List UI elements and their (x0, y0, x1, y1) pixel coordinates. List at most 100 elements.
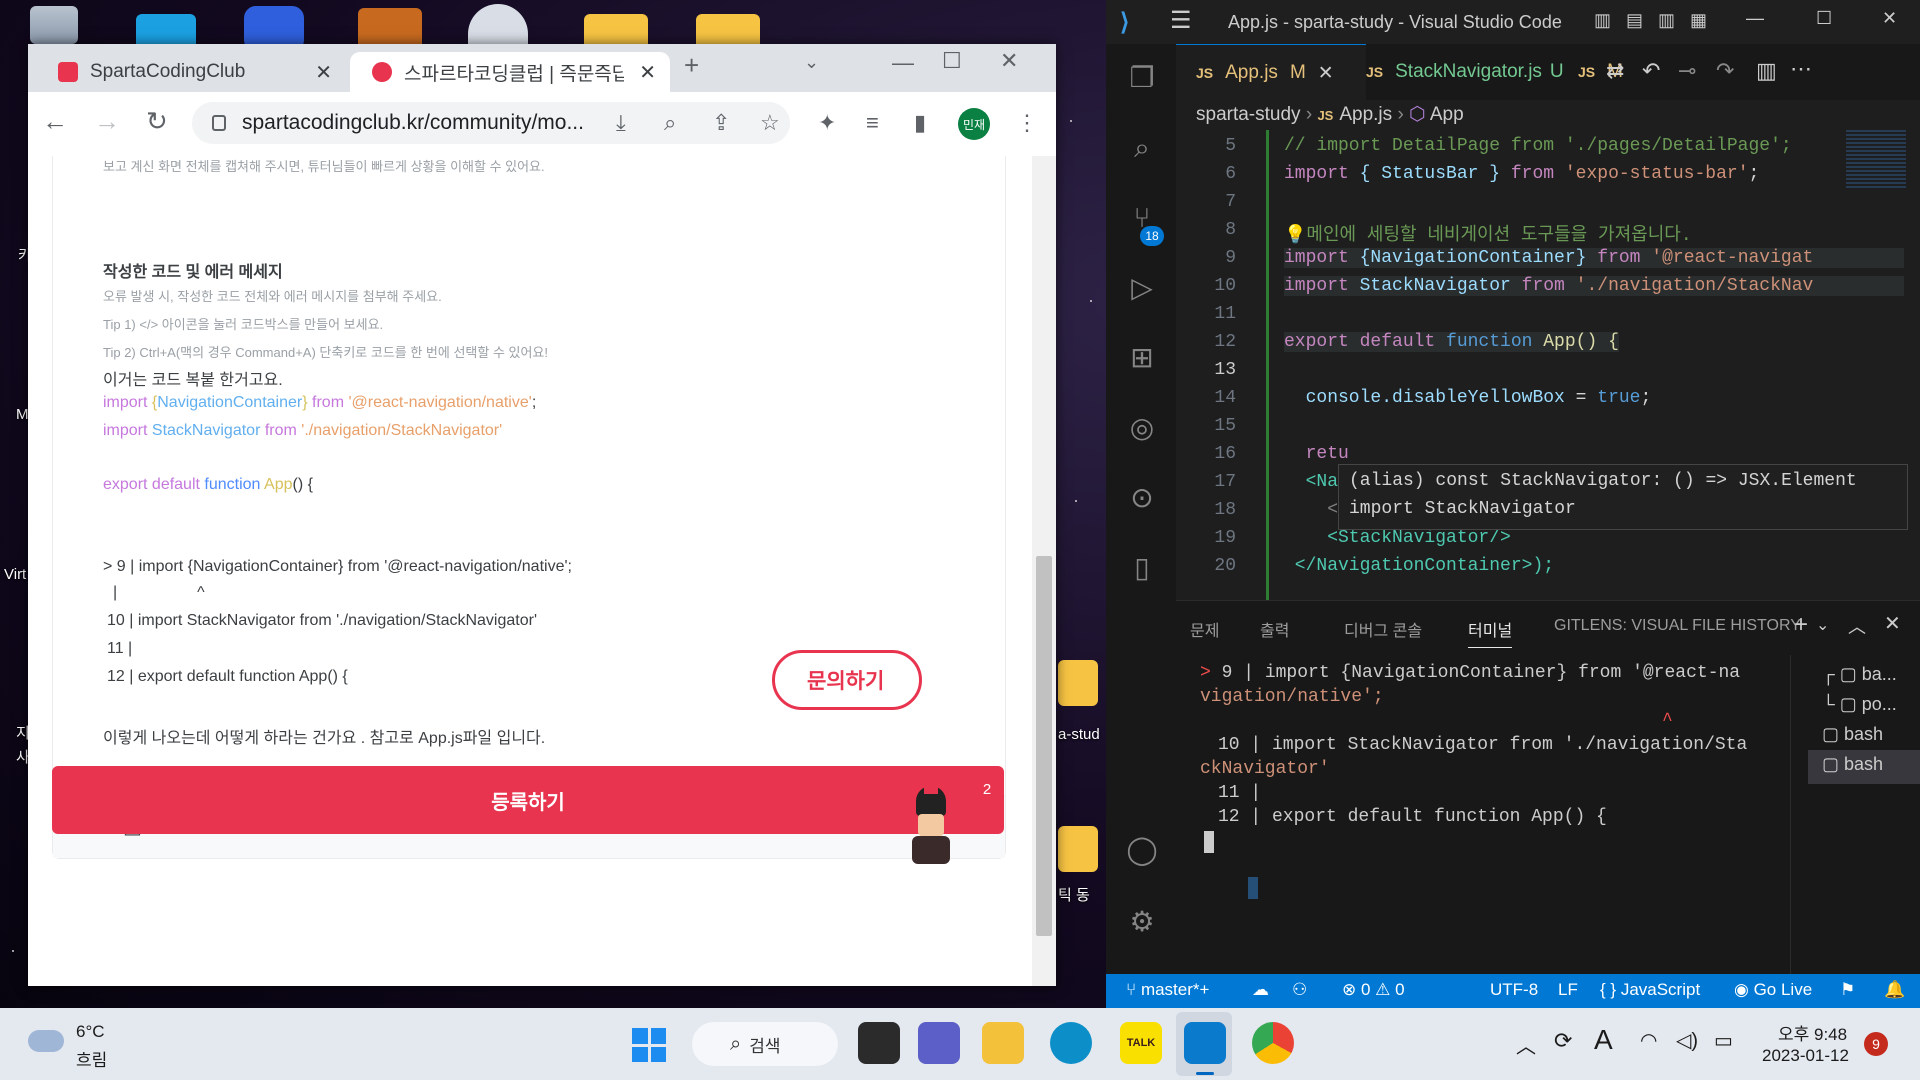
recycle-bin-icon[interactable] (30, 6, 78, 44)
chrome-icon[interactable] (1252, 1022, 1294, 1064)
branch-indicator[interactable]: ⑂ master*+ (1126, 980, 1209, 1000)
vscode-icon[interactable] (1184, 1022, 1226, 1064)
layout-bottom-icon[interactable]: ▤ (1626, 10, 1643, 31)
layout-custom-icon[interactable]: ▦ (1690, 10, 1707, 31)
post-editor[interactable]: 보고 계신 화면 전체를 캡쳐해 주시면, 튜터님들이 빠르게 상황을 이해할 … (52, 156, 1006, 859)
edge-icon[interactable] (1050, 1022, 1092, 1064)
clock-date[interactable]: 2023-01-12 (1762, 1046, 1849, 1066)
more-actions-icon[interactable]: ⋯ (1790, 56, 1812, 82)
wifi-icon[interactable]: ◠ (1640, 1028, 1657, 1053)
back-icon[interactable]: ← (42, 106, 68, 137)
reload-icon[interactable]: ↻ (146, 106, 168, 137)
menu-icon[interactable]: ☰ (1170, 6, 1192, 35)
golive-button[interactable]: ◉ Go Live (1734, 980, 1812, 1000)
panel-tab-debug-console[interactable]: 디버그 콘솔 (1344, 617, 1422, 641)
chevron-down-icon[interactable]: ⌄ (1816, 615, 1829, 635)
bell-icon[interactable]: 🔔 (1884, 980, 1905, 1000)
panel-tab-terminal[interactable]: 터미널 (1468, 617, 1513, 648)
encoding-indicator[interactable]: UTF-8 (1490, 980, 1538, 1000)
media-icon[interactable]: ≡ (866, 110, 879, 136)
sync-status-icon[interactable]: ⟳ (1554, 1028, 1572, 1054)
language-indicator[interactable]: { } JavaScript (1600, 980, 1700, 1000)
run-debug-icon[interactable]: ▷ (1124, 270, 1160, 306)
maximize-icon[interactable]: ☐ (1816, 8, 1832, 29)
weather-desc[interactable]: 흐림 (76, 1046, 107, 1071)
menu-icon[interactable]: ⋮ (1016, 110, 1038, 136)
chevron-down-icon[interactable]: ⌄ (804, 52, 819, 73)
tab-app-js[interactable]: JS App.js M ✕ (1176, 44, 1366, 101)
tab-spartacodingclub[interactable]: SpartaCodingClub ✕ (36, 52, 346, 92)
zoom-icon[interactable]: ⌕ (664, 110, 676, 136)
search-bar[interactable]: ⌕ 검색 (692, 1022, 838, 1066)
task-view-icon[interactable] (858, 1022, 900, 1064)
clock-time[interactable]: 오후 9:48 (1778, 1020, 1847, 1045)
terminal-list-item[interactable]: ┌ ▢ ba... (1822, 664, 1920, 694)
layout-side-icon[interactable]: ▥ (1658, 10, 1675, 31)
notebook-icon[interactable]: ▯ (1124, 550, 1160, 586)
address-bar[interactable]: spartacodingclub.kr/community/mo... (192, 102, 790, 144)
panel-tab-gitlens[interactable]: GITLENS: VISUAL FILE HISTORY (1554, 617, 1801, 635)
panel-tab-problems[interactable]: 문제 (1190, 617, 1219, 641)
kakaotalk-icon[interactable]: TALK (1120, 1022, 1162, 1064)
maximize-panel-icon[interactable]: ︿ (1848, 613, 1866, 639)
account-icon[interactable]: ◯ (1124, 832, 1160, 868)
notification-count[interactable]: 9 (1864, 1032, 1888, 1056)
panel-tab-output[interactable]: 출력 (1260, 617, 1289, 641)
side-panel-icon[interactable]: ▮ (914, 110, 926, 136)
close-window-icon[interactable]: ✕ (1882, 8, 1897, 29)
teams-icon[interactable] (918, 1022, 960, 1064)
inquiry-button[interactable]: 문의하기 (772, 650, 922, 710)
install-icon[interactable]: ⤓ (616, 110, 626, 136)
eol-indicator[interactable]: LF (1558, 980, 1578, 1000)
timeline-back-icon[interactable]: ↶ (1642, 58, 1660, 84)
gitlens-icon[interactable]: ⊙ (1124, 480, 1160, 516)
new-tab-icon[interactable]: + (684, 50, 699, 81)
close-tab-icon[interactable]: ✕ (315, 60, 332, 85)
start-icon[interactable] (632, 1028, 666, 1062)
edge-icon[interactable]: ◎ (1124, 410, 1160, 446)
new-terminal-icon[interactable]: + (1794, 611, 1808, 639)
explorer-icon[interactable]: ❐ (1124, 60, 1160, 96)
close-tab-icon[interactable]: ✕ (639, 60, 656, 85)
terminal-list-item[interactable]: ▢ bash (1808, 750, 1920, 784)
volume-icon[interactable]: ◁) (1676, 1028, 1698, 1053)
breadcrumb-item[interactable]: App.js (1339, 104, 1392, 125)
close-window-icon[interactable]: ✕ (1000, 48, 1018, 74)
profile-avatar[interactable]: 민재 (958, 108, 990, 140)
gitlens-status-icon[interactable]: ⚇ (1292, 980, 1307, 1000)
breadcrumb-item[interactable]: App (1430, 104, 1464, 125)
folder-icon[interactable] (1058, 826, 1098, 872)
tab-stacknavigator-js[interactable]: JS StackNavigator.js U (1346, 44, 1578, 100)
minimize-icon[interactable]: — (892, 50, 914, 76)
chevron-up-icon[interactable]: ︿ (1516, 1030, 1536, 1059)
extensions-icon[interactable]: ✦ (818, 110, 836, 136)
terminal-list-item[interactable]: └ ▢ po... (1822, 694, 1920, 724)
ime-icon[interactable]: A (1594, 1024, 1613, 1056)
maximize-icon[interactable]: ☐ (942, 48, 962, 74)
search-icon[interactable]: ⌕ (1124, 130, 1160, 166)
minimize-icon[interactable]: — (1746, 8, 1764, 29)
bookmark-star-icon[interactable]: ☆ (760, 110, 780, 136)
battery-icon[interactable]: ▭ (1714, 1028, 1733, 1053)
split-editor-icon[interactable]: ▥ (1756, 58, 1777, 84)
sync-icon[interactable]: ☁ (1252, 980, 1269, 1000)
minimap[interactable] (1846, 130, 1906, 190)
extensions-icon[interactable]: ⊞ (1124, 340, 1160, 376)
timeline-forward-icon[interactable]: ↷ (1716, 58, 1734, 84)
folder-icon[interactable] (1058, 660, 1098, 706)
close-tab-icon[interactable]: ✕ (1318, 62, 1334, 85)
cloud-icon[interactable] (28, 1030, 64, 1052)
commit-icon[interactable]: ⊸ (1678, 58, 1696, 84)
page-scrollbar[interactable] (1032, 156, 1056, 986)
share-icon[interactable]: ⇪ (712, 110, 730, 136)
breadcrumb-item[interactable]: sparta-study (1196, 104, 1301, 125)
layout-panel-icon[interactable]: ▥ (1594, 10, 1611, 31)
tab-more[interactable]: JS M (1558, 44, 1638, 100)
weather-temp[interactable]: 6°C (76, 1022, 105, 1042)
tab-sparta-community[interactable]: 스파르타코딩클럽 | 즉문즉답 ✕ (350, 52, 670, 92)
forward-icon[interactable]: → (94, 106, 120, 137)
gear-icon[interactable]: ⚙ (1124, 904, 1160, 940)
problems-indicator[interactable]: ⊗ 0 ⚠ 0 (1342, 980, 1405, 1000)
close-panel-icon[interactable]: ✕ (1884, 611, 1901, 636)
scroll-thumb[interactable] (1036, 556, 1052, 936)
